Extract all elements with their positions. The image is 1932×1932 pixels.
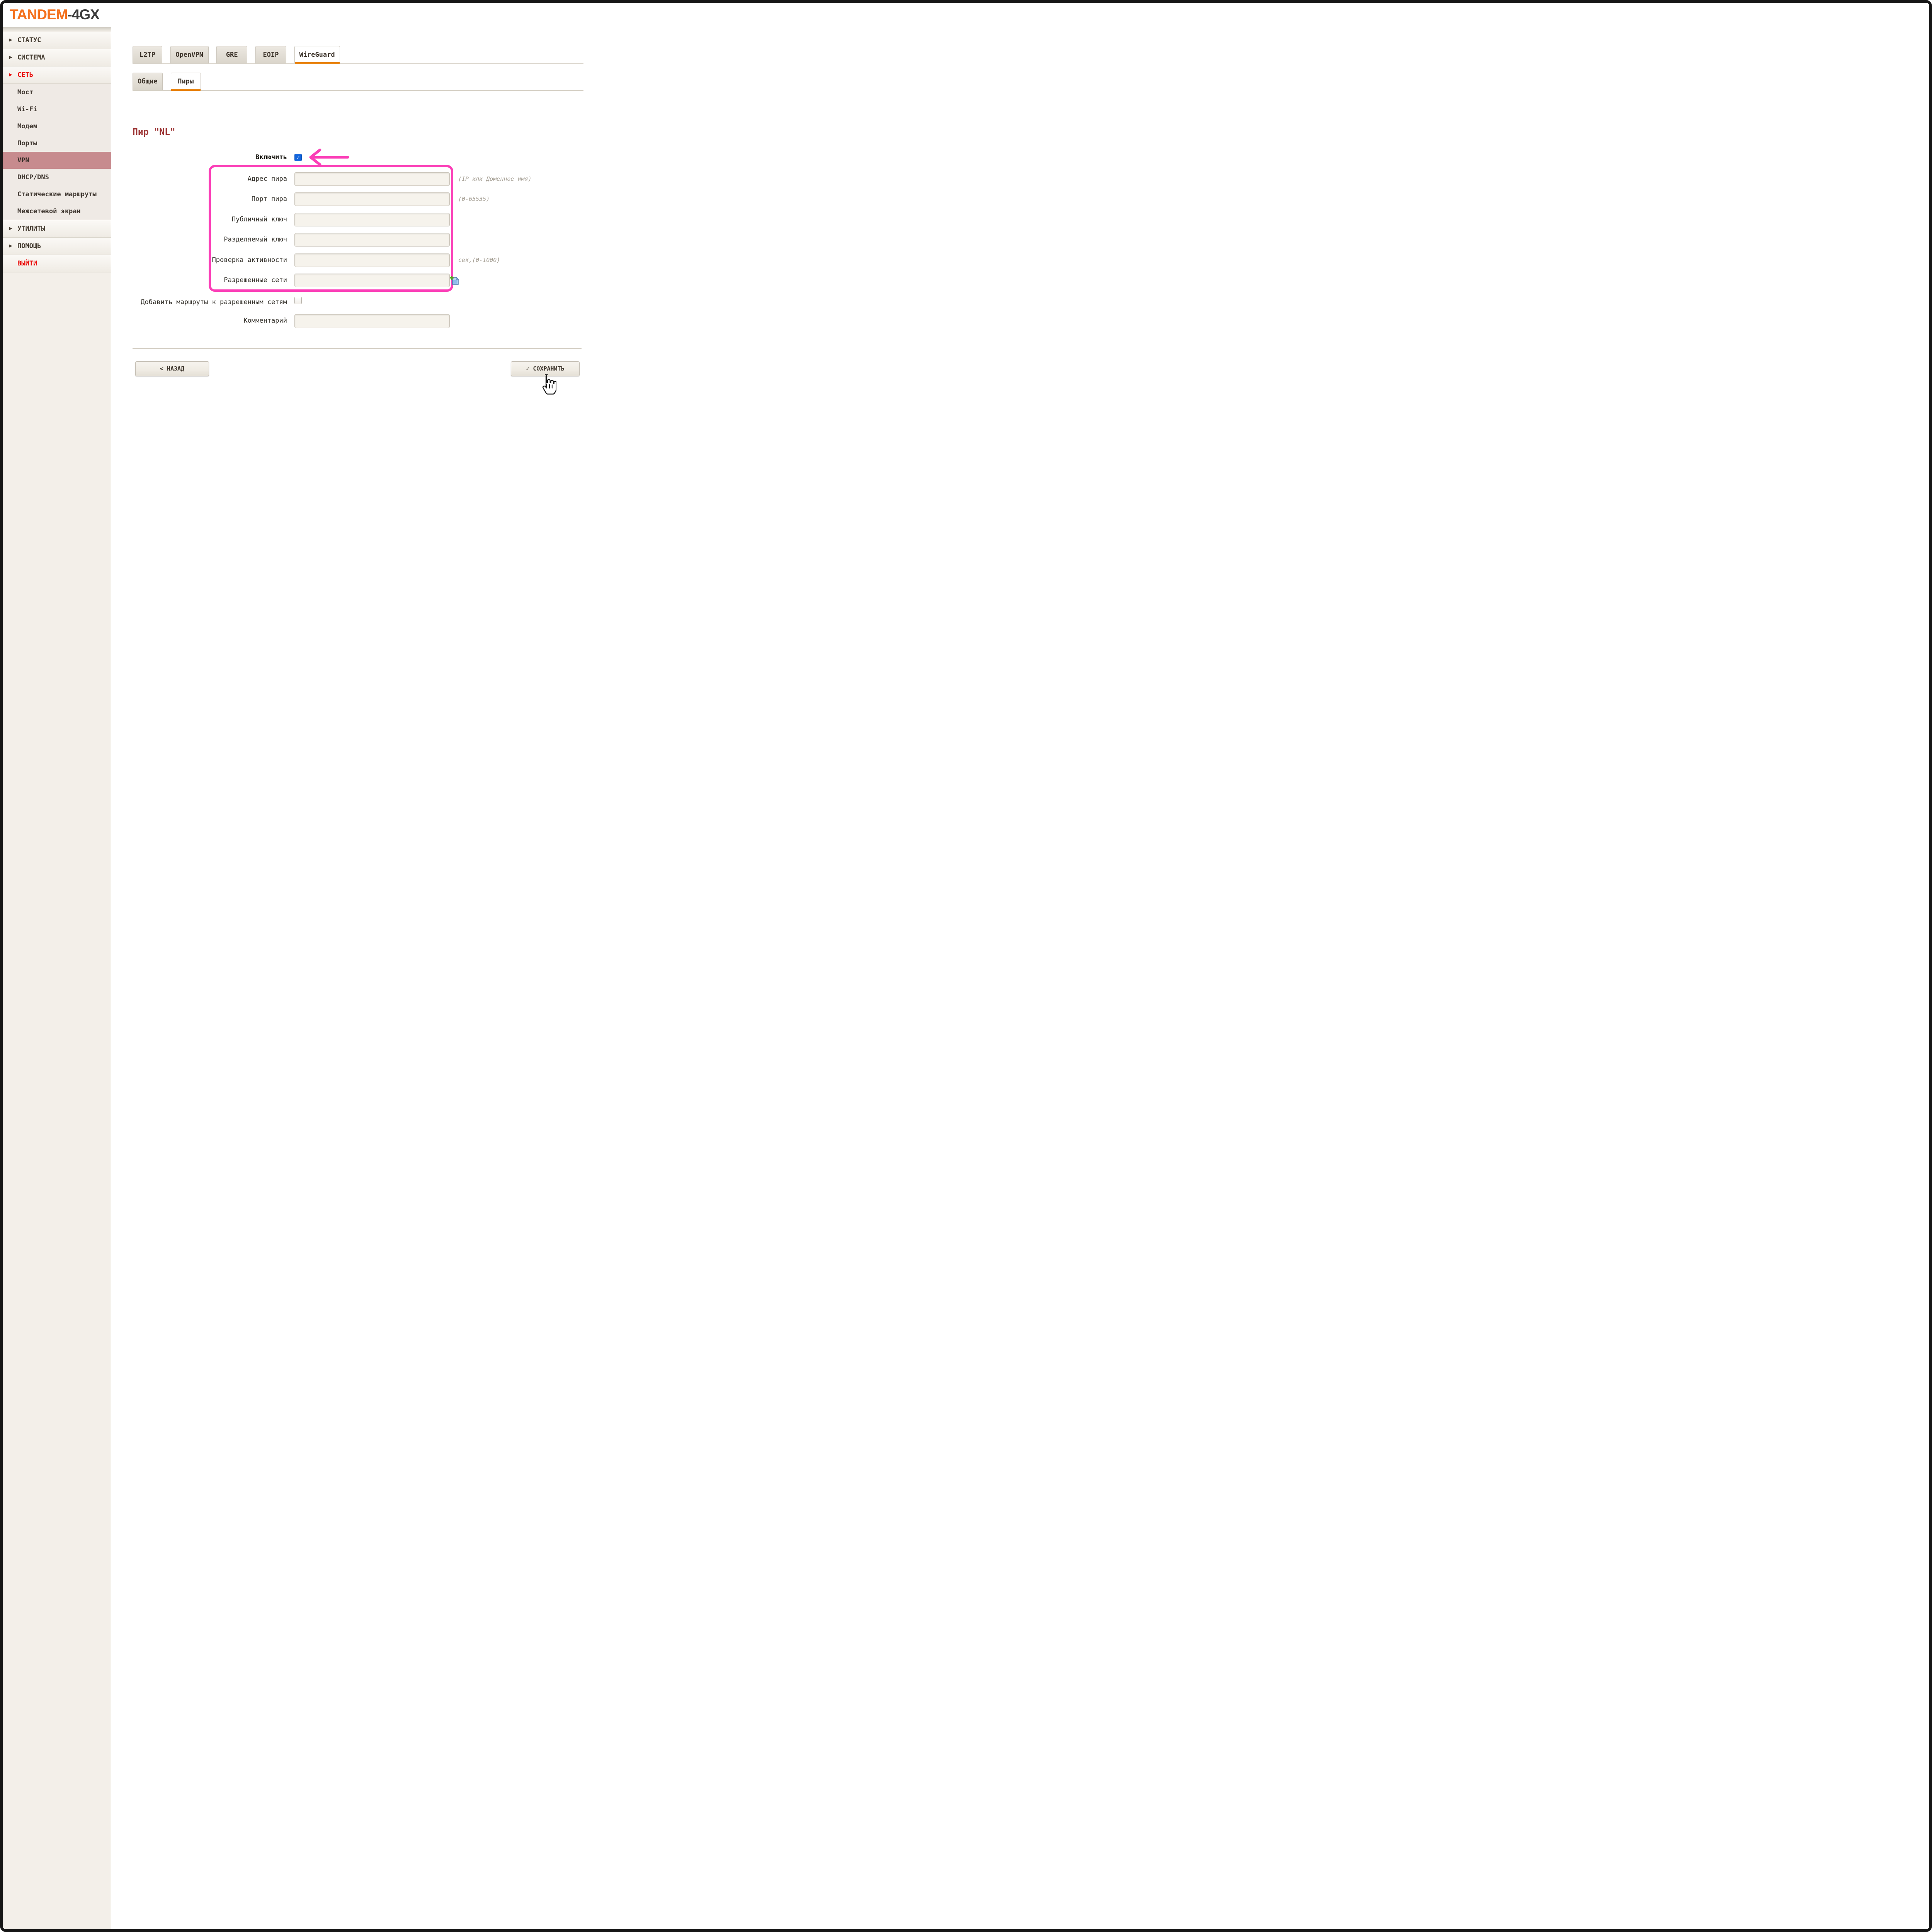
annotation-arrow-icon (304, 148, 350, 166)
sidebar-item-label: СЕТЬ (17, 71, 33, 79)
peer-address-input[interactable] (294, 172, 450, 186)
sidebar-item-label: СИСТЕМА (17, 54, 45, 61)
app-frame: TANDEM-4GX СТАТУС СИСТЕМА СЕТЬ Мост Wi-F… (0, 0, 1932, 1932)
sidebar-item-label: УТИЛИТЫ (17, 225, 45, 233)
field-label: Разделяемый ключ (134, 233, 287, 247)
sidebar: СТАТУС СИСТЕМА СЕТЬ Мост Wi-Fi Модем Пор… (3, 27, 111, 1929)
sidebar-item-vpn[interactable]: VPN (3, 152, 111, 169)
save-button[interactable]: ✓ СОХРАНИТЬ (511, 361, 580, 376)
sidebar-item-ports[interactable]: Порты (3, 135, 111, 152)
allowed-networks-input[interactable] (294, 274, 450, 287)
preshared-key-input[interactable] (294, 233, 450, 247)
sidebar-item-label: ПОМОЩЬ (17, 242, 41, 250)
sidebar-item-network[interactable]: СЕТЬ (3, 66, 111, 84)
sidebar-item-status[interactable]: СТАТУС (3, 32, 111, 49)
add-network-icon[interactable] (450, 276, 459, 285)
logo-model: -4GX (68, 7, 99, 22)
back-button[interactable]: < НАЗАД (135, 361, 209, 376)
comment-label: Комментарий (134, 314, 287, 328)
hand-cursor-icon (539, 374, 556, 396)
sidebar-item-logout[interactable]: ВЫЙТИ (3, 255, 111, 272)
field-hint: сек,(0-1000) (458, 253, 500, 267)
add-routes-checkbox[interactable] (294, 297, 302, 304)
divider (133, 348, 582, 349)
vpn-tabs: L2TP OpenVPN GRE EOIP WireGuard (133, 46, 583, 64)
triangle-right-icon (9, 49, 12, 66)
logo-brand: TANDEM (10, 7, 68, 22)
comment-input[interactable] (294, 314, 450, 328)
tab-peers[interactable]: Пиры (171, 73, 201, 90)
sidebar-item-bridge[interactable]: Мост (3, 84, 111, 101)
sidebar-submenu-network: Мост Wi-Fi Модем Порты VPN DHCP/DNS Стат… (3, 84, 111, 220)
sidebar-item-label: СТАТУС (17, 36, 41, 44)
sidebar-item-static-routes[interactable]: Статические маршруты (3, 186, 111, 203)
field-label: Адрес пира (134, 172, 287, 186)
field-label: Разрешенные сети (134, 274, 287, 287)
enable-checkbox[interactable] (294, 154, 302, 161)
tab-openvpn[interactable]: OpenVPN (170, 46, 209, 63)
page-title: Пир "NL" (133, 127, 175, 138)
sidebar-item-dhcp-dns[interactable]: DHCP/DNS (3, 169, 111, 186)
public-key-input[interactable] (294, 213, 450, 226)
tab-wireguard[interactable]: WireGuard (294, 46, 340, 63)
peer-port-input[interactable] (294, 192, 450, 206)
triangle-right-icon (9, 66, 12, 83)
triangle-right-icon (9, 238, 12, 255)
sidebar-item-help[interactable]: ПОМОЩЬ (3, 238, 111, 255)
tab-gre[interactable]: GRE (216, 46, 247, 63)
keepalive-input[interactable] (294, 253, 450, 267)
sidebar-item-modem[interactable]: Модем (3, 118, 111, 135)
triangle-right-icon (9, 32, 12, 49)
field-label: Порт пира (134, 192, 287, 206)
sidebar-item-wifi[interactable]: Wi-Fi (3, 101, 111, 118)
sidebar-item-utilities[interactable]: УТИЛИТЫ (3, 220, 111, 238)
sidebar-item-firewall[interactable]: Межсетевой экран (3, 203, 111, 220)
wireguard-subtabs: Общие Пиры (133, 73, 583, 91)
field-label: Проверка активности (134, 253, 287, 267)
triangle-right-icon (9, 220, 12, 237)
main-content: L2TP OpenVPN GRE EOIP WireGuard Общие Пи… (111, 27, 1929, 1929)
field-hint: (IP или Доменное имя) (458, 172, 532, 186)
enable-label: Включить (134, 151, 287, 164)
field-hint: (0-65535) (458, 192, 490, 206)
add-routes-label: Добавить маршруты к разрешенным сетям (134, 296, 287, 309)
sidebar-item-system[interactable]: СИСТЕМА (3, 49, 111, 66)
tab-l2tp[interactable]: L2TP (133, 46, 162, 63)
header: TANDEM-4GX (3, 3, 1929, 27)
field-label: Публичный ключ (134, 213, 287, 226)
tab-eoip[interactable]: EOIP (255, 46, 286, 63)
tab-general[interactable]: Общие (133, 73, 163, 90)
logo: TANDEM-4GX (10, 7, 99, 23)
